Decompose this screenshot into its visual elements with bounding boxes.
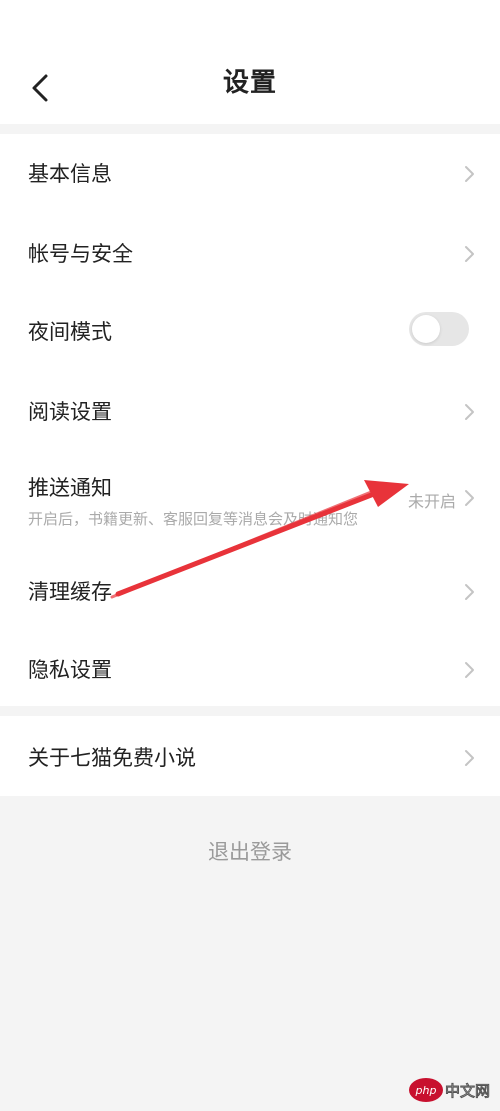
row-label-privacy-settings: 隐私设置 <box>28 658 112 682</box>
chevron-right-icon <box>465 490 474 506</box>
chevron-right-icon <box>465 246 474 262</box>
header: 设置 <box>0 0 500 124</box>
row-about[interactable]: 关于七猫免费小说 <box>0 716 500 796</box>
row-label-account-security: 帐号与安全 <box>28 242 133 266</box>
row-night-mode: 夜间模式 <box>0 290 500 368</box>
watermark-text: 中文网 <box>445 1082 490 1100</box>
row-label-push-notification: 推送通知 <box>28 476 112 500</box>
row-push-notification[interactable]: 推送通知 开启后，书籍更新、客服回复等消息会及时通知您 未开启 <box>0 446 500 546</box>
chevron-right-icon <box>465 662 474 678</box>
row-clear-cache[interactable]: 清理缓存 <box>0 546 500 626</box>
row-label-about: 关于七猫免费小说 <box>28 746 196 770</box>
chevron-right-icon <box>465 584 474 600</box>
row-account-security[interactable]: 帐号与安全 <box>0 212 500 290</box>
chevron-right-icon <box>465 166 474 182</box>
settings-page: 设置 基本信息 帐号与安全 夜间模式 阅读设置 推送通知 开启后，书籍更新、客服… <box>0 0 500 1111</box>
night-mode-toggle[interactable] <box>409 312 469 346</box>
row-label-clear-cache: 清理缓存 <box>28 580 112 604</box>
row-reading-settings[interactable]: 阅读设置 <box>0 368 500 446</box>
logout-button[interactable]: 退出登录 <box>0 836 500 866</box>
row-basic-info[interactable]: 基本信息 <box>0 134 500 212</box>
row-label-reading-settings: 阅读设置 <box>28 400 112 424</box>
page-title: 设置 <box>222 68 277 98</box>
about-group: 关于七猫免费小说 <box>0 716 500 796</box>
row-privacy-settings[interactable]: 隐私设置 <box>0 626 500 706</box>
push-notification-description: 开启后，书籍更新、客服回复等消息会及时通知您 <box>28 510 359 528</box>
row-label-night-mode: 夜间模式 <box>28 320 112 344</box>
watermark-brand: php <box>415 1084 437 1097</box>
toggle-knob <box>412 315 440 343</box>
chevron-right-icon <box>465 404 474 420</box>
push-notification-status: 未开启 <box>407 492 456 511</box>
row-label-basic-info: 基本信息 <box>28 162 112 186</box>
settings-group: 基本信息 帐号与安全 夜间模式 阅读设置 推送通知 开启后，书籍更新、客服回复等… <box>0 134 500 706</box>
php-watermark-logo: php 中文网 <box>409 1078 490 1102</box>
chevron-right-icon <box>465 750 474 766</box>
